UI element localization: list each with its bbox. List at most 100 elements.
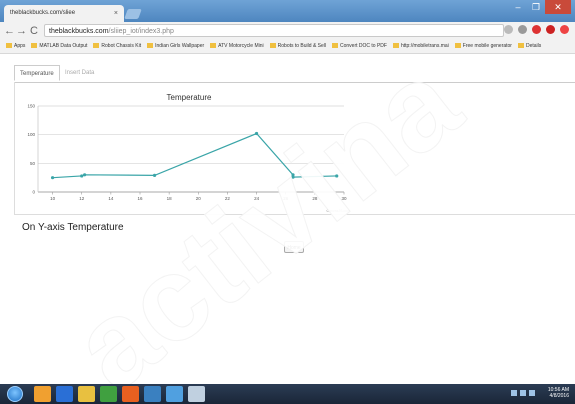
x-tick-label: 14 <box>108 196 114 201</box>
x-tick-label: 28 <box>312 196 318 201</box>
extension-icons <box>504 25 569 34</box>
extension-icon[interactable] <box>518 25 527 34</box>
close-window-button[interactable]: ✕ <box>545 0 571 14</box>
url-path: /sliiep_iot/index3.php <box>108 28 174 35</box>
data-point <box>335 174 339 178</box>
bookmark-item[interactable]: Robots to Build & Sell <box>269 40 326 53</box>
network-icon[interactable] <box>511 390 517 396</box>
bookmark-item[interactable]: Indian Girls Wallpaper <box>147 40 204 53</box>
bookmark-icon <box>147 43 154 48</box>
browser-toolbar: ← → C theblackbucks.com/sliiep_iot/index… <box>0 22 575 41</box>
y-tick-label: 0 <box>32 190 35 195</box>
tab-temperature[interactable]: Temperature <box>14 65 60 81</box>
tab-insert-data[interactable]: Insert Data <box>60 65 99 81</box>
bookmark-icon <box>31 43 38 48</box>
taskbar-app-icon[interactable] <box>144 386 161 402</box>
taskbar-app-icon[interactable] <box>56 386 73 402</box>
x-tick-label: 26 <box>283 196 289 201</box>
taskbar-app-icon[interactable] <box>188 386 205 402</box>
x-tick-label: 24 <box>254 196 260 201</box>
data-point <box>83 173 87 177</box>
bookmark-icon <box>392 43 399 48</box>
bookmark-item[interactable]: Free mobile generator <box>454 40 512 53</box>
x-tick-label: 12 <box>79 196 85 201</box>
window-controls: – ❐ ✕ <box>509 0 571 16</box>
clock-date: 4/8/2016 <box>549 393 569 399</box>
temperature-chart: Temperature 0 50 100 150 10 12 14 16 18 20 22 24 26 2… <box>27 93 350 213</box>
star-icon[interactable] <box>504 25 513 34</box>
data-point <box>80 174 84 178</box>
taskbar-app-icon[interactable] <box>122 386 139 402</box>
bookmark-icon <box>332 43 338 48</box>
data-point <box>50 176 55 180</box>
page-tab-bar: Temperature Insert Data <box>14 64 575 83</box>
menu-icon[interactable] <box>560 25 569 34</box>
taskbar-app-icon[interactable] <box>100 386 117 402</box>
clock[interactable]: 10:56 AM 4/8/2016 <box>548 387 569 399</box>
bookmark-item[interactable]: ATV Motorcycle Mini <box>210 40 264 53</box>
tab-close-icon[interactable]: × <box>114 5 118 22</box>
bookmark-icon <box>210 43 217 48</box>
y-axis-caption: On Y-axis Temperature <box>22 222 124 233</box>
windows-taskbar: 10:56 AM 4/8/2016 <box>0 384 575 404</box>
bookmark-item[interactable]: http://mobiletrans.mai <box>392 40 449 53</box>
bookmark-icon <box>517 43 524 48</box>
y-tick-label: 50 <box>30 161 36 166</box>
forward-icon[interactable]: → <box>16 24 27 38</box>
chart-series <box>50 131 339 180</box>
bookmark-item[interactable]: Convert DOC to PDF <box>332 40 387 53</box>
bookmark-label: Robots to Build & Sell <box>277 43 326 49</box>
bookmark-label: http://mobiletrans.mai <box>400 43 449 49</box>
bookmark-icon <box>269 43 276 48</box>
bookmark-label: Free mobile generator <box>462 43 512 49</box>
reload-icon[interactable]: C <box>30 24 38 38</box>
browser-tab[interactable]: theblackbucks.com/sliee × <box>4 5 124 22</box>
data-point <box>254 131 259 136</box>
bookmark-item[interactable]: Robot Chassis Kit <box>93 40 141 53</box>
bookmark-icon <box>6 43 12 48</box>
taskbar-app-icon[interactable] <box>166 386 183 402</box>
bookmark-label: MATLAB Data Output <box>39 43 88 49</box>
extension-icon[interactable] <box>532 25 541 34</box>
address-bar[interactable]: theblackbucks.com/sliiep_iot/index3.php <box>44 24 504 37</box>
maximize-button[interactable]: ❐ <box>527 0 545 14</box>
chart-credit[interactable]: CanvasJS.com <box>326 209 350 213</box>
data-point <box>152 173 157 177</box>
bookmark-item[interactable]: Apps <box>6 40 25 53</box>
new-tab-button[interactable] <box>124 9 142 19</box>
bookmark-label: Details <box>525 43 542 49</box>
x-tick-label: 22 <box>225 196 231 201</box>
y-tick-label: 150 <box>27 104 35 109</box>
bookmark-label: ATV Motorcycle Mini <box>218 43 264 49</box>
bookmarks-bar: Apps MATLAB Data Output Robot Chassis Kit I… <box>0 40 575 54</box>
taskbar-app-icon[interactable] <box>34 386 51 402</box>
chart-title: Temperature <box>167 93 212 102</box>
series-line <box>52 132 337 179</box>
start-button[interactable] <box>7 386 23 402</box>
x-tick-label: 30 <box>341 196 347 201</box>
x-tick-label: 10 <box>50 196 56 201</box>
data-point <box>291 175 295 179</box>
extension-icon[interactable] <box>546 25 555 34</box>
bookmark-label: Robot Chassis Kit <box>101 43 142 49</box>
back-icon[interactable]: ← <box>4 24 15 38</box>
bookmark-item[interactable]: Details <box>517 40 542 53</box>
bookmark-item[interactable]: MATLAB Data Output <box>31 40 87 53</box>
volume-icon[interactable] <box>520 390 526 396</box>
bookmark-label: Indian Girls Wallpaper <box>155 43 205 49</box>
x-tick-label: 16 <box>137 196 143 201</box>
system-tray <box>511 390 535 396</box>
chart-grid <box>38 105 344 193</box>
flag-icon[interactable] <box>529 390 535 396</box>
x-tick-label: 18 <box>167 196 173 201</box>
browser-titlebar: theblackbucks.com/sliee × – ❐ ✕ <box>0 0 575 22</box>
bookmark-icon <box>93 43 100 48</box>
minimize-button[interactable]: – <box>509 0 527 14</box>
bookmark-icon <box>454 43 461 48</box>
taskbar-app-icon[interactable] <box>78 386 95 402</box>
url-host: theblackbucks.com <box>49 28 109 35</box>
chart-axes: 0 50 100 150 10 12 14 16 18 20 22 24 26 28 30 <box>27 104 347 202</box>
y-tick-label: 100 <box>27 132 35 137</box>
home-button[interactable]: Home <box>284 241 304 253</box>
bookmark-label: Apps <box>14 43 26 49</box>
